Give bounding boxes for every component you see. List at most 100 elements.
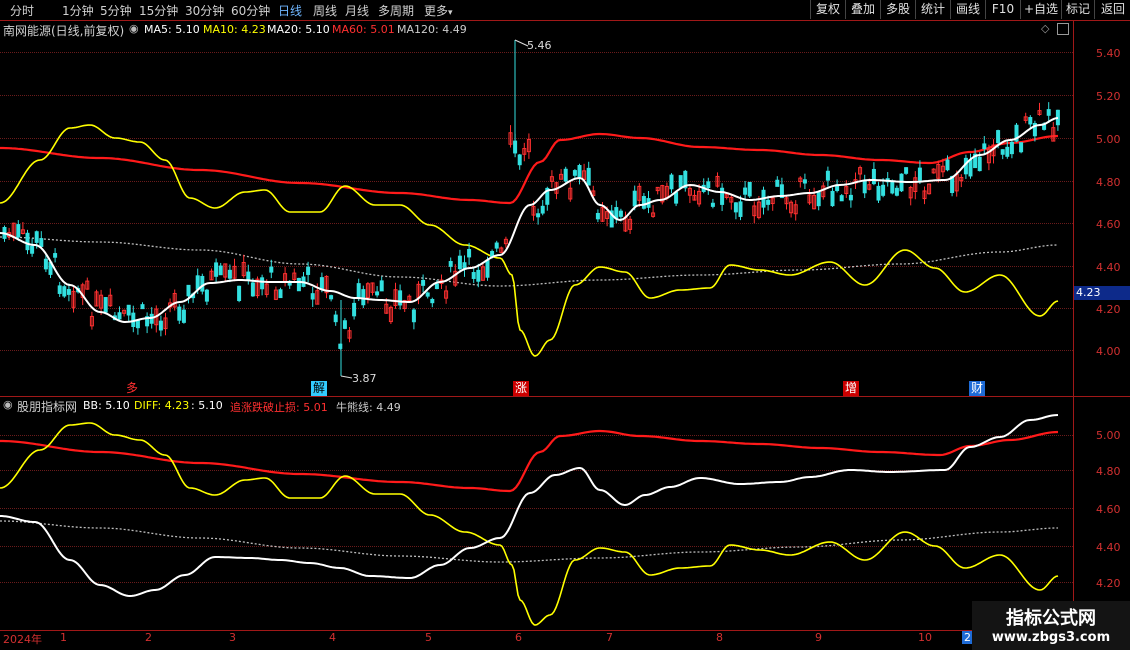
ma10-line (0, 124, 1059, 357)
candlestick (434, 283, 439, 290)
time-axis-line (0, 630, 1073, 631)
candlestick (352, 302, 357, 317)
indicator-chart (0, 414, 1059, 626)
candlestick (1009, 141, 1014, 155)
candlestick (1028, 117, 1033, 125)
candlestick (733, 202, 738, 213)
candlestick (996, 130, 1001, 144)
price-label: 5.00 (1096, 133, 1121, 146)
candlestick (536, 213, 541, 218)
event-marker-zhang[interactable]: 涨 (513, 381, 529, 396)
month-label: 3 (229, 631, 236, 644)
candlestick (310, 293, 315, 300)
multi-stock-button[interactable]: 多股 (880, 0, 915, 19)
candlestick (577, 165, 582, 178)
event-marker-duo[interactable]: 多 (124, 381, 140, 396)
event-marker-cai[interactable]: 财 (969, 381, 985, 396)
month-label: 8 (716, 631, 723, 644)
tab-1min[interactable]: 1分钟 (62, 2, 94, 19)
candlestick (747, 181, 752, 197)
tab-timeshare[interactable]: 分时 (10, 2, 34, 19)
candlestick (181, 309, 186, 323)
candlestick (876, 185, 881, 201)
tab-60min[interactable]: 60分钟 (231, 2, 270, 19)
price-label: 4.80 (1096, 465, 1121, 478)
price-label: 4.80 (1096, 176, 1121, 189)
candlestick (319, 277, 324, 290)
tab-15min[interactable]: 15分钟 (139, 2, 178, 19)
candlestick (411, 309, 416, 323)
candlestick (720, 187, 725, 205)
candlestick (269, 266, 274, 273)
candlestick (766, 199, 771, 205)
tab-30min[interactable]: 30分钟 (185, 2, 224, 19)
candlestick (329, 295, 334, 300)
candlestick (743, 187, 748, 195)
candlestick (43, 258, 48, 270)
event-marker-zeng[interactable]: 增 (843, 381, 859, 396)
candlestick (517, 154, 522, 166)
stop-loss-line (0, 429, 1059, 493)
candlestick (476, 269, 481, 282)
candlestick (186, 284, 191, 297)
price-label: 5.40 (1096, 47, 1121, 60)
event-marker-jie[interactable]: 解 (311, 381, 327, 396)
tab-daily[interactable]: 日线 (278, 2, 302, 19)
candlestick (375, 291, 380, 296)
candlestick (39, 238, 44, 247)
candlestick (881, 184, 886, 196)
f10-button[interactable]: F10 (985, 0, 1020, 19)
mark-button[interactable]: 标记 (1061, 0, 1094, 19)
candlestick (830, 190, 835, 207)
candlestick (204, 289, 209, 302)
month-label: 7 (606, 631, 613, 644)
candlestick (25, 232, 30, 251)
watermark-logo: 指标公式网 www.zbgs3.com (972, 601, 1130, 650)
tab-multi-period[interactable]: 多周期 (378, 2, 414, 19)
candlestick (586, 167, 591, 186)
candlestick (227, 269, 232, 279)
add-watchlist-button[interactable]: +自选 (1020, 0, 1061, 19)
candlestick (361, 289, 366, 306)
statistics-button[interactable]: 统计 (915, 0, 950, 19)
candlestick (278, 289, 283, 299)
month-label: 2 (145, 631, 152, 644)
candlestick (66, 289, 71, 295)
candlestick (494, 242, 499, 249)
candlestick (53, 253, 58, 258)
chevron-down-icon: ▾ (448, 8, 453, 18)
candlestick (917, 167, 922, 181)
bull-bear-line (0, 520, 1058, 563)
candlestick (563, 168, 568, 182)
more-label: 更多 (424, 4, 449, 18)
back-button[interactable]: 返回 (1094, 0, 1130, 19)
candlestick (333, 314, 338, 323)
candlestick (34, 231, 39, 243)
tab-5min[interactable]: 5分钟 (100, 2, 132, 19)
candlestick (430, 298, 435, 304)
candlestick (678, 175, 683, 188)
candlestick (674, 191, 679, 204)
candlestick (871, 168, 876, 185)
candlestick (904, 167, 909, 174)
price-label: 4.60 (1096, 218, 1121, 231)
candlestick (775, 179, 780, 187)
overlay-button[interactable]: 叠加 (845, 0, 880, 19)
month-label: 5 (425, 631, 432, 644)
draw-line-button[interactable]: 画线 (950, 0, 985, 19)
tab-weekly[interactable]: 周线 (313, 2, 337, 19)
candlestick (356, 283, 361, 299)
tab-monthly[interactable]: 月线 (345, 2, 369, 19)
price-label: 4.40 (1096, 261, 1121, 274)
candlestick (177, 306, 182, 321)
adjust-button[interactable]: 复权 (810, 0, 845, 19)
tab-more[interactable]: 更多▾ (424, 2, 453, 19)
candlestick (945, 159, 950, 171)
high-price-label: 5.46 (527, 39, 552, 52)
year-label: 2024年 (3, 633, 42, 646)
candlestick (260, 277, 265, 290)
watermark-url: www.zbgs3.com (991, 630, 1111, 645)
price-label: 4.60 (1096, 503, 1121, 516)
candlestick (825, 170, 830, 181)
month-label: 6 (515, 631, 522, 644)
